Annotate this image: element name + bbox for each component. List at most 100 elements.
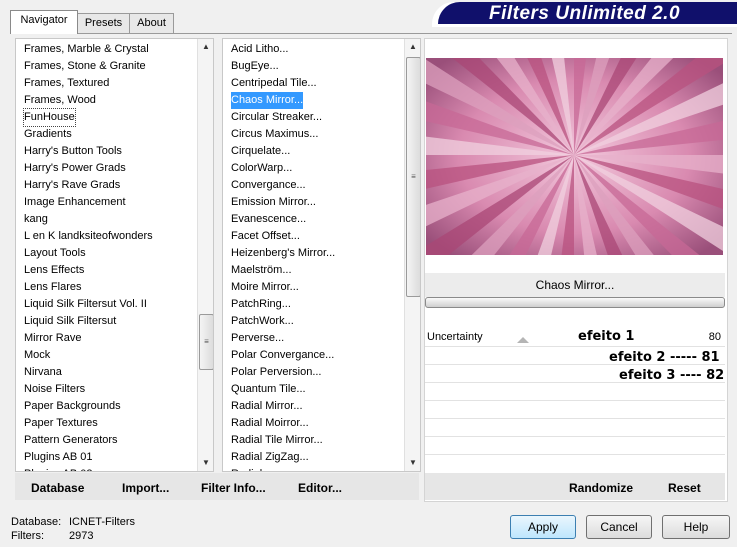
filter-list-item[interactable]: BugEye...	[231, 58, 279, 75]
filter-list-item[interactable]: Radial Moirror...	[231, 415, 309, 432]
randomize-button[interactable]: Randomize	[569, 481, 633, 495]
down-arrow-icon[interactable]: ▼	[405, 455, 420, 471]
filter-list-item[interactable]: Radial Tile Mirror...	[231, 432, 323, 449]
annotation-efeito-1: efeito 1	[578, 329, 635, 344]
up-arrow-icon[interactable]: ▲	[405, 39, 420, 55]
filter-list-item[interactable]: ColorWarp...	[231, 160, 292, 177]
category-list-item[interactable]: Liquid Silk Filtersut Vol. II	[24, 296, 147, 313]
category-list[interactable]: Frames, Marble & Crystal Frames, Stone & …	[15, 38, 214, 472]
filter-list-item[interactable]: Perverse...	[231, 330, 284, 347]
tab-presets[interactable]: Presets	[76, 13, 131, 33]
category-list-item[interactable]: Image Enhancement	[24, 194, 126, 211]
scroll-grip-icon: ≡	[411, 172, 416, 181]
filter-list-item[interactable]: Chaos Mirror...	[231, 92, 304, 109]
param-row-empty	[425, 437, 725, 455]
filter-list-item[interactable]: Quantum Tile...	[231, 381, 306, 398]
category-list-item[interactable]: Harry's Button Tools	[24, 143, 122, 160]
filter-list-item[interactable]: Maelström...	[231, 262, 292, 279]
filter-list-item[interactable]: Radial...	[231, 466, 271, 471]
category-list-item[interactable]: L en K landksiteofwonders	[24, 228, 153, 245]
annotation-efeito-3: efeito 3 ---- 82	[619, 368, 725, 383]
slider-handle[interactable]	[517, 337, 529, 343]
down-arrow-icon[interactable]: ▼	[198, 455, 213, 471]
category-list-item[interactable]: Paper Textures	[24, 415, 98, 432]
filter-list-item[interactable]: Acid Litho...	[231, 41, 288, 58]
filter-list-item[interactable]: Circus Maximus...	[231, 126, 318, 143]
filter-name-label: Chaos Mirror...	[535, 278, 615, 292]
category-list-item[interactable]: Plugins AB 02	[24, 466, 93, 471]
category-list-item[interactable]: Harry's Power Grads	[24, 160, 126, 177]
filter-list-item[interactable]: Cirquelate...	[231, 143, 290, 160]
apply-button[interactable]: Apply	[510, 515, 576, 539]
database-value: ICNET-Filters	[69, 516, 135, 528]
category-list-item[interactable]: Mock	[24, 347, 50, 364]
filter-preview	[426, 58, 723, 255]
param-row-uncertainty[interactable]: Uncertainty 80	[425, 329, 725, 347]
editor-button[interactable]: Editor...	[298, 481, 342, 495]
tab-label: Presets	[84, 17, 123, 29]
tab-about[interactable]: About	[129, 13, 174, 33]
param-row-empty	[425, 419, 725, 437]
category-list-item[interactable]: Liquid Silk Filtersut	[24, 313, 116, 330]
tab-navigator[interactable]: Navigator	[10, 10, 78, 34]
filter-info-button[interactable]: Filter Info...	[201, 481, 266, 495]
filter-list-item[interactable]: Radial Mirror...	[231, 398, 303, 415]
filter-list-item[interactable]: Centripedal Tile...	[231, 75, 317, 92]
filters-count-label: Filters:	[11, 530, 44, 542]
filter-progress-bar	[425, 297, 725, 308]
category-list-item[interactable]: Layout Tools	[24, 245, 86, 262]
category-list-item[interactable]: Pattern Generators	[24, 432, 118, 449]
filter-list-item[interactable]: PatchWork...	[231, 313, 294, 330]
category-list-item[interactable]: Paper Backgrounds	[24, 398, 121, 415]
filter-list-item[interactable]: Polar Convergance...	[231, 347, 334, 364]
filter-list-item[interactable]: Facet Offset...	[231, 228, 300, 245]
tab-label: About	[137, 17, 166, 29]
filter-list-item[interactable]: PatchRing...	[231, 296, 291, 313]
category-list-item[interactable]: Frames, Wood	[24, 92, 96, 109]
help-button[interactable]: Help	[662, 515, 730, 539]
filter-list-item[interactable]: Evanescence...	[231, 211, 306, 228]
category-list-item[interactable]: Noise Filters	[24, 381, 85, 398]
tab-divider	[10, 33, 732, 34]
param-row-empty	[425, 401, 725, 419]
param-row-empty	[425, 383, 725, 401]
category-list-item[interactable]: Frames, Textured	[24, 75, 109, 92]
category-list-item[interactable]: Mirror Rave	[24, 330, 81, 347]
category-list-item[interactable]: Frames, Stone & Granite	[24, 58, 146, 75]
title-banner: Filters Unlimited 2.0	[432, 2, 737, 27]
category-list-item[interactable]: Lens Flares	[24, 279, 81, 296]
filter-list-item[interactable]: Radial ZigZag...	[231, 449, 309, 466]
category-scrollbar[interactable]: ▲ ≡ ▼	[197, 39, 213, 471]
filter-list-item[interactable]: Circular Streaker...	[231, 109, 322, 126]
cancel-button[interactable]: Cancel	[586, 515, 652, 539]
filter-list-item[interactable]: Emission Mirror...	[231, 194, 316, 211]
up-arrow-icon[interactable]: ▲	[198, 39, 213, 55]
filter-name-bar: Chaos Mirror...	[425, 273, 725, 297]
filter-scrollbar[interactable]: ▲ ≡ ▼	[404, 39, 420, 471]
tab-label: Navigator	[20, 14, 68, 26]
database-button[interactable]: Database	[31, 481, 84, 495]
filter-list-item[interactable]: Polar Perversion...	[231, 364, 321, 381]
import-button[interactable]: Import...	[122, 481, 169, 495]
category-list-item[interactable]: Frames, Marble & Crystal	[24, 41, 149, 58]
param-label: Uncertainty	[427, 331, 483, 343]
category-list-item[interactable]: Plugins AB 01	[24, 449, 93, 466]
scroll-thumb[interactable]: ≡	[406, 57, 420, 297]
filter-list-item[interactable]: Convergance...	[231, 177, 306, 194]
preview-image	[426, 58, 723, 255]
category-list-item[interactable]: kang	[24, 211, 48, 228]
filter-list-item[interactable]: Moire Mirror...	[231, 279, 299, 296]
category-list-item[interactable]: Harry's Rave Grads	[24, 177, 120, 194]
category-list-item[interactable]: FunHouse	[23, 108, 76, 127]
scroll-grip-icon: ≡	[204, 337, 209, 346]
database-label: Database:	[11, 516, 62, 528]
category-list-item[interactable]: Nirvana	[24, 364, 62, 381]
category-list-item[interactable]: Lens Effects	[24, 262, 84, 279]
category-list-item[interactable]: Gradients	[24, 126, 72, 143]
reset-button[interactable]: Reset	[668, 481, 701, 495]
filter-list-item[interactable]: Heizenberg's Mirror...	[231, 245, 335, 262]
filters-count-value: 2973	[69, 530, 94, 542]
annotation-efeito-2: efeito 2 ----- 81	[609, 350, 720, 365]
scroll-thumb[interactable]: ≡	[199, 314, 213, 370]
filter-list[interactable]: Acid Litho... BugEye... Centripedal Tile..…	[222, 38, 421, 472]
